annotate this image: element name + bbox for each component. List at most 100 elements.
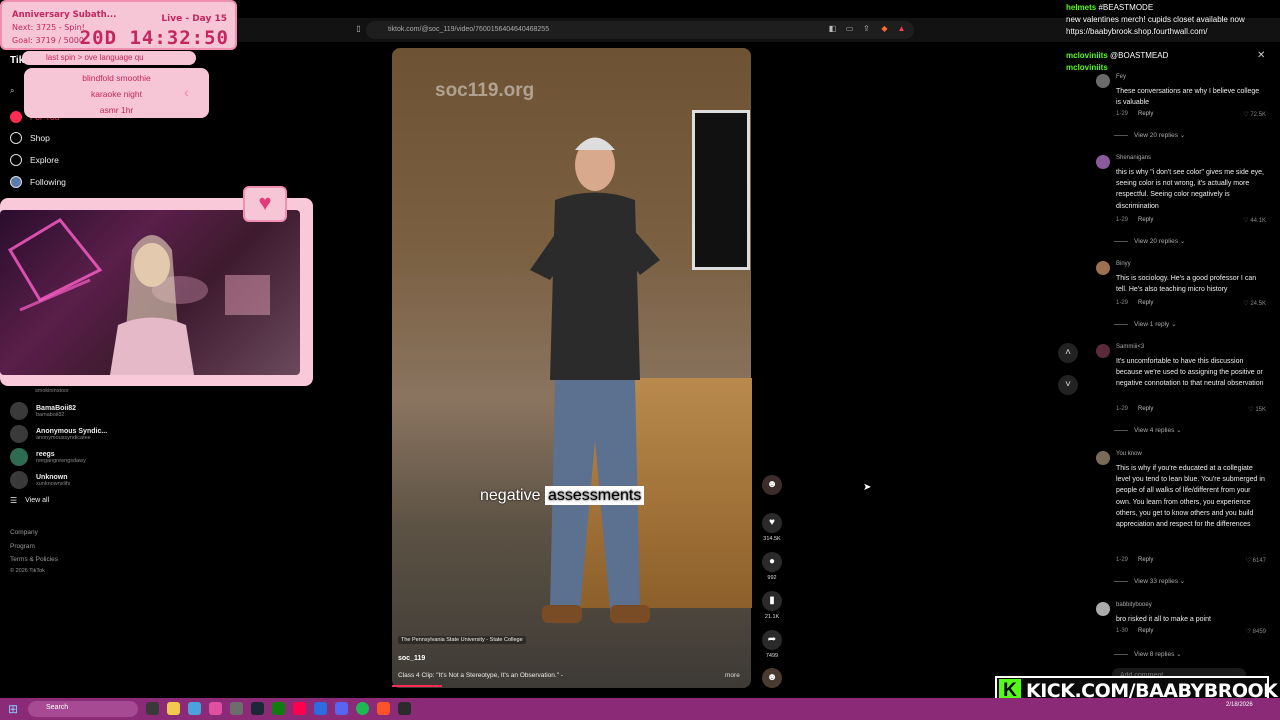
following-icon (10, 176, 22, 188)
discord-icon[interactable] (335, 702, 348, 715)
tiktok-icon[interactable] (293, 702, 306, 715)
comment-meta: 1-29 Reply ♡ 15K (1116, 406, 1266, 413)
chevron-up-icon[interactable]: ˄ (1058, 343, 1078, 363)
chat-text: @BOASTMEAD (1110, 51, 1169, 60)
comment-author[interactable]: babbitybooey (1116, 602, 1152, 608)
mouse-cursor-icon: ➤ (863, 482, 872, 493)
more-link[interactable]: more (725, 672, 740, 679)
comment-button[interactable]: ● 992 (762, 552, 782, 581)
spotify-icon[interactable] (356, 702, 369, 715)
like-button[interactable]: ♥ 314.5K (762, 513, 782, 542)
comment-author[interactable]: Sammiii<3 (1116, 344, 1144, 350)
sound-avatar[interactable]: ☻ (762, 668, 782, 688)
share-button[interactable]: ➦ 7499 (762, 630, 782, 659)
nav-following[interactable]: Following (10, 176, 66, 188)
video-scene-screen (692, 110, 750, 270)
author-avatar[interactable]: ☻ (762, 475, 782, 495)
app-icon[interactable] (209, 702, 222, 715)
avatar (1096, 155, 1110, 169)
view-all-label: View all (25, 497, 50, 504)
footer-company[interactable]: Company (10, 529, 38, 536)
shop-icon (10, 132, 22, 144)
chevron-down-icon[interactable]: ˅ (1058, 375, 1078, 395)
comment-like[interactable]: ♡ 24.5K (1243, 300, 1266, 307)
comment-author[interactable]: You know (1116, 451, 1142, 457)
comment-time: 1-30 (1116, 628, 1129, 634)
settings-icon[interactable] (230, 702, 243, 715)
reply-button[interactable]: Reply (1138, 217, 1153, 223)
avatar (10, 402, 28, 420)
share-icon[interactable]: ⇪ (862, 24, 871, 33)
reply-button[interactable]: Reply (1138, 628, 1153, 634)
xbox-icon[interactable] (272, 702, 285, 715)
store-icon[interactable] (188, 702, 201, 715)
location-tag[interactable]: The Pennsylvania State University - Stat… (398, 636, 526, 644)
comment-like[interactable]: ♡ 6147 (1246, 557, 1266, 564)
taskbar-search[interactable]: Search (28, 701, 138, 717)
video-progress-bar[interactable] (392, 685, 442, 687)
bookmark-icon[interactable]: ▯ (354, 24, 363, 33)
task-view-icon[interactable] (146, 702, 159, 715)
comment-like[interactable]: ♡ 15K (1248, 406, 1266, 413)
music-disc-icon: ☻ (762, 668, 782, 688)
view-all-link[interactable]: ☰ View all (10, 496, 49, 505)
file-explorer-icon[interactable] (167, 702, 180, 715)
comment-time: 1-29 (1116, 406, 1129, 412)
view-replies-link[interactable]: View 33 replies ⌄ (1134, 577, 1185, 585)
app-icon[interactable] (314, 702, 327, 715)
video-author[interactable]: soc_119 (398, 655, 425, 662)
search-icon[interactable]: ⌕ (10, 86, 14, 96)
view-replies-link[interactable]: View 1 reply ⌄ (1134, 320, 1177, 328)
reply-button[interactable]: Reply (1138, 557, 1153, 563)
reply-button[interactable]: Reply (1138, 300, 1153, 306)
view-replies-label: View 20 replies (1134, 132, 1178, 139)
following-account[interactable]: reegs reegangreengsdawy (10, 448, 86, 466)
view-replies-label: View 8 replies (1134, 651, 1175, 658)
comment-author[interactable]: Shenanigans (1116, 155, 1151, 161)
comment-like[interactable]: ♡ 8459 (1246, 628, 1266, 635)
save-button[interactable]: ▮ 21.1K (762, 591, 782, 620)
comment-like[interactable]: ♡ 44.1K (1243, 217, 1266, 224)
following-account[interactable]: Anonymous Syndic... anonymoussyndicatee (10, 425, 107, 443)
reply-button[interactable]: Reply (1138, 406, 1153, 412)
comment-icon: ● (762, 552, 782, 572)
cast-icon[interactable]: ▭ (845, 24, 854, 33)
spin-item: blindfold smoothie (82, 73, 151, 83)
windows-start-icon[interactable]: ⊞ (8, 702, 22, 716)
following-account[interactable]: BamaBoii82 bamaboii82 (10, 402, 76, 420)
nav-explore[interactable]: Explore (10, 154, 59, 166)
comment-text: bro risked it all to make a point (1116, 616, 1211, 623)
nav-shop[interactable]: Shop (10, 132, 50, 144)
alert-icon[interactable]: ▲ (897, 24, 906, 33)
following-account[interactable]: Unknown xunknownxlifx (10, 471, 70, 489)
subathon-goal: Goal: 3719 / 5000 (12, 36, 84, 45)
comment-like[interactable]: ♡ 72.5K (1243, 111, 1266, 118)
comment-meta: 1-30 Reply ♡ 8459 (1116, 628, 1266, 635)
view-replies-link[interactable]: View 8 replies ⌄ (1134, 650, 1182, 658)
obs-icon[interactable] (398, 702, 411, 715)
avatar (1096, 261, 1110, 275)
heart-icon: ♥ (243, 186, 287, 222)
comment-like-count: 6147 (1252, 558, 1266, 564)
avatar (10, 425, 28, 443)
close-icon[interactable]: ✕ (1257, 50, 1265, 61)
view-replies-link[interactable]: View 4 replies ⌄ (1134, 426, 1182, 434)
footer-program[interactable]: Program (10, 543, 35, 550)
view-replies-link[interactable]: View 20 replies ⌄ (1134, 237, 1185, 245)
comment-author[interactable]: Fey (1116, 74, 1126, 80)
save-count: 21.1K (764, 614, 780, 620)
taskbar-date[interactable]: 2/18/2026 (1226, 701, 1253, 709)
footer-terms[interactable]: Terms & Policies (10, 556, 58, 563)
brave-shield-icon[interactable]: ◆ (880, 24, 889, 33)
steam-icon[interactable] (251, 702, 264, 715)
account-handle: xunknownxlifx (36, 480, 71, 487)
brave-icon[interactable] (377, 702, 390, 715)
avatar: ☻ (762, 475, 782, 495)
extension-icon[interactable]: ◧ (828, 24, 837, 33)
subathon-title: Anniversary Subath... (12, 10, 117, 20)
heart-icon: ♥ (762, 513, 782, 533)
last-spin-bar: last spin > ove language qu (22, 51, 196, 65)
reply-button[interactable]: Reply (1138, 111, 1153, 117)
comment-author[interactable]: Binyy (1116, 261, 1131, 267)
view-replies-link[interactable]: View 20 replies ⌄ (1134, 131, 1185, 139)
